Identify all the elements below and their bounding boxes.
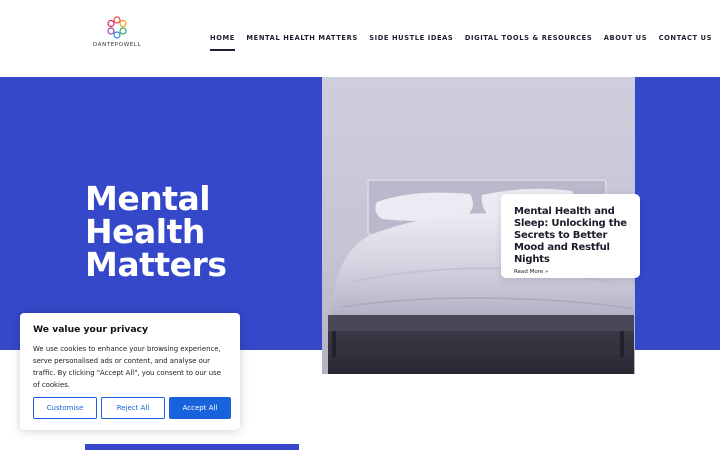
site-header: DANTEPOWELL HOME MENTAL HEALTH MATTERS S… [0, 0, 720, 77]
hero-title-line-2: Health [85, 212, 205, 251]
cookie-description: We use cookies to enhance your browsing … [33, 345, 221, 389]
section-accent-bar [85, 444, 299, 450]
nav-item-contact-us[interactable]: CONTACT US [659, 34, 712, 51]
cookie-title: We value your privacy [33, 324, 148, 335]
nav-item-about-us[interactable]: ABOUT US [604, 34, 647, 51]
nav-item-digital-tools-resources[interactable]: DIGITAL TOOLS & RESOURCES [465, 34, 592, 51]
site-logo[interactable]: DANTEPOWELL [93, 16, 141, 52]
customise-button[interactable]: Customise [33, 397, 97, 419]
nav-item-mental-health-matters[interactable]: MENTAL HEALTH MATTERS [246, 34, 357, 51]
hero-title-line-3: Matters [85, 245, 227, 284]
main-nav: HOME MENTAL HEALTH MATTERS SIDE HUSTLE I… [210, 34, 720, 51]
flower-ring-logo-icon [107, 16, 127, 39]
accept-all-button[interactable]: Accept All [169, 397, 231, 419]
nav-item-side-hustle-ideas[interactable]: SIDE HUSTLE IDEAS [369, 34, 453, 51]
reject-all-button[interactable]: Reject All [101, 397, 165, 419]
featured-post-card[interactable]: Mental Health and Sleep: Unlocking the S… [501, 194, 640, 278]
hero-title-line-1: Mental [85, 179, 211, 218]
post-title[interactable]: Mental Health and Sleep: Unlocking the S… [514, 206, 630, 266]
nav-item-home[interactable]: HOME [210, 34, 235, 51]
page: DANTEPOWELL HOME MENTAL HEALTH MATTERS S… [0, 0, 720, 450]
logo-text: DANTEPOWELL [93, 42, 142, 48]
cookie-consent-banner: We value your privacy We use cookies to … [20, 313, 240, 430]
hero-title: Mental Health Matters [85, 182, 305, 281]
read-more-link[interactable]: Read More » [514, 269, 630, 275]
cookie-buttons: Customise Reject All Accept All [33, 397, 231, 419]
